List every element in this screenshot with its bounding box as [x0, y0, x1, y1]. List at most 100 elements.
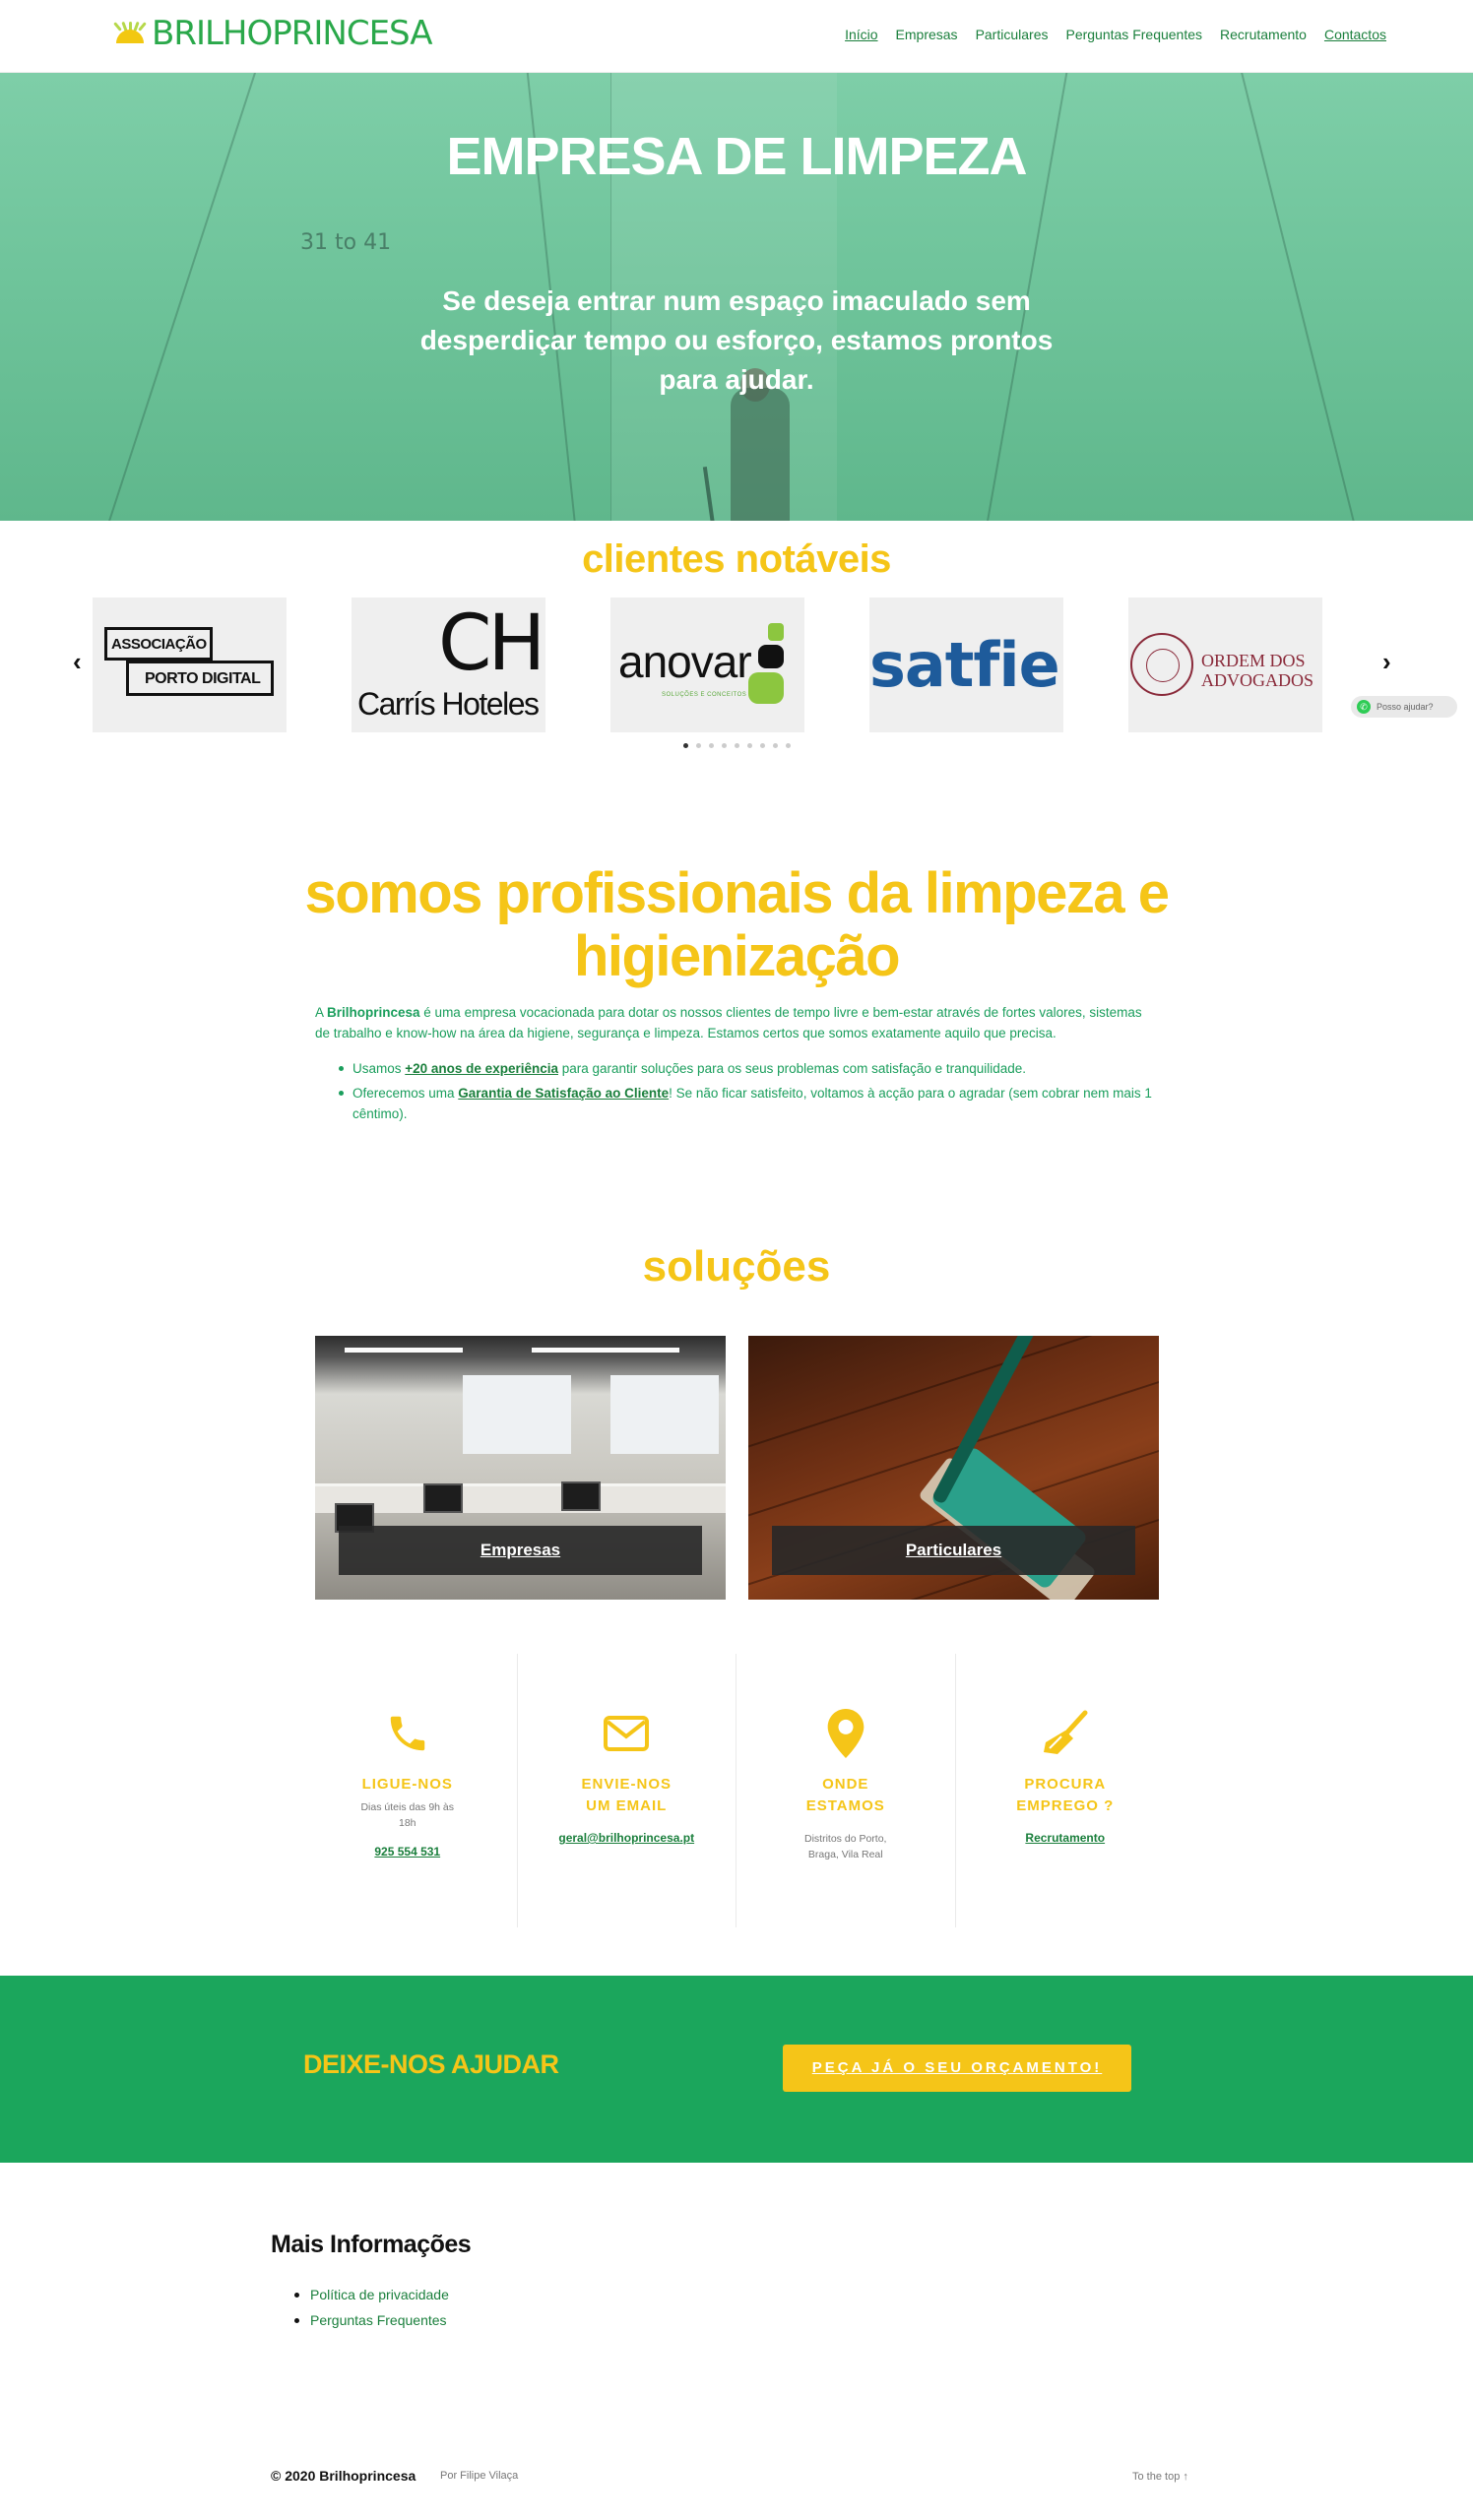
envelope-icon	[518, 1709, 736, 1758]
guarantee-link[interactable]: Garantia de Satisfação ao Cliente	[458, 1086, 669, 1101]
list-item: Perguntas Frequentes	[294, 2307, 449, 2333]
whatsapp-icon: ✆	[1357, 700, 1371, 714]
anovar-sub: SOLUÇÕES E CONCEITOS	[662, 692, 747, 698]
copyright: © 2020 Brilhoprincesa	[271, 2468, 416, 2484]
carousel-dot[interactable]	[708, 743, 714, 748]
email-link[interactable]: geral@brilhoprincesa.pt	[518, 1831, 736, 1845]
bullet-text: Oferecemos uma	[352, 1086, 459, 1101]
contact-phone: LIGUE-NOS Dias úteis das 9h às 18h 925 5…	[298, 1654, 518, 1927]
nav-item-particulares[interactable]: Particulares	[976, 27, 1049, 42]
solution-card-empresas[interactable]: Empresas	[315, 1336, 726, 1600]
hero-subtitle: Se deseja entrar num espaço imaculado se…	[419, 285, 1054, 395]
solutions-title: soluções	[642, 1242, 831, 1291]
carousel-prev-icon[interactable]: ‹	[73, 647, 82, 677]
contact-location: ONDE ESTAMOS Distritos do Porto, Braga, …	[736, 1654, 956, 1927]
sun-logo-icon	[110, 20, 150, 47]
contact-desc: Dias úteis das 9h às 18h	[360, 1801, 455, 1829]
ordem-line1: ORDEM DOS	[1201, 651, 1306, 670]
carousel-dot[interactable]	[695, 743, 701, 748]
about-intro-rest: é uma empresa vocacionada para dotar os …	[315, 1005, 1142, 1040]
carousel-dot[interactable]	[721, 743, 727, 748]
nav-item-empresas[interactable]: Empresas	[896, 27, 958, 42]
bullet-text: Usamos	[352, 1061, 406, 1076]
floor-plank	[748, 1336, 1159, 1457]
carousel-dot[interactable]	[746, 743, 752, 748]
nav-item-inicio[interactable]: Início	[845, 27, 877, 42]
contact-title: ENVIE-NOS UM EMAIL	[581, 1776, 672, 1814]
faq-link[interactable]: Perguntas Frequentes	[310, 2312, 447, 2328]
phone-icon	[298, 1709, 517, 1758]
carousel-dot[interactable]	[759, 743, 765, 748]
client-logo-anovar: anovar SOLUÇÕES E CONCEITOS	[610, 598, 804, 732]
client-logo-carris: CH Carrís Hoteles	[352, 598, 545, 732]
client-logo-ordem-advogados: ORDEM DOS ADVOGADOS	[1128, 598, 1322, 732]
byline[interactable]: Por Filipe Vilaça	[440, 2470, 518, 2482]
carousel-dot[interactable]	[772, 743, 778, 748]
site-logo[interactable]: BRILHOPRINCESA	[110, 14, 433, 53]
nav-item-contactos[interactable]: Contactos	[1324, 27, 1386, 42]
main-nav: Início Empresas Particulares Perguntas F…	[845, 27, 1386, 42]
anovar-shape	[768, 623, 784, 641]
office-monitor	[423, 1483, 463, 1513]
solution-label-particulares[interactable]: Particulares	[772, 1526, 1135, 1575]
privacy-policy-link[interactable]: Política de privacidade	[310, 2287, 449, 2302]
map-pin-icon	[736, 1709, 955, 1758]
contact-title: LIGUE-NOS	[361, 1776, 453, 1793]
list-item: Política de privacidade	[294, 2282, 449, 2307]
bullet-text: para garantir soluções para os seus prob…	[557, 1061, 1026, 1076]
carousel-dot[interactable]	[682, 743, 688, 748]
list-item: Oferecemos uma Garantia de Satisfação ao…	[337, 1083, 1158, 1124]
about-intro: A Brilhoprincesa é uma empresa vocaciona…	[315, 1002, 1158, 1043]
satfiel-word: satfiel	[869, 629, 1063, 701]
whatsapp-chat-button[interactable]: ✆ Posso ajudar?	[1351, 696, 1457, 718]
nav-item-recrutamento[interactable]: Recrutamento	[1220, 27, 1307, 42]
contact-jobs: PROCURA EMPREGO ? Recrutamento	[956, 1654, 1176, 1927]
whatsapp-label: Posso ajudar?	[1377, 702, 1434, 712]
logo-text: BRILHOPRINCESA	[152, 14, 433, 53]
client-logo-satfiel: satfiel	[869, 598, 1063, 732]
to-top-link[interactable]: To the top ↑	[1132, 2471, 1188, 2483]
ordem-line2: ADVOGADOS	[1201, 670, 1314, 690]
office-light	[532, 1348, 679, 1353]
list-item: Usamos +20 anos de experiência para gara…	[337, 1058, 1158, 1079]
hero-room-number: 31 to 41	[300, 230, 392, 255]
carris-mark: CH	[438, 599, 545, 688]
carousel-next-icon[interactable]: ›	[1382, 647, 1391, 677]
about-intro-brand: Brilhoprincesa	[327, 1005, 420, 1020]
experience-link[interactable]: +20 anos de experiência	[405, 1061, 558, 1076]
cta-band: DEIXE-NOS AJUDAR PEÇA JÁ O SEU ORÇAMENTO…	[0, 1976, 1473, 2163]
clients-carousel: ‹ ASSOCIAÇÃO PORTO DIGITAL CH Carrís Hot…	[0, 598, 1473, 735]
phone-link[interactable]: 925 554 531	[298, 1845, 517, 1858]
client-logo-porto-digital: ASSOCIAÇÃO PORTO DIGITAL	[93, 598, 287, 732]
solution-card-particulares[interactable]: Particulares	[748, 1336, 1159, 1600]
contact-title: ONDE ESTAMOS	[805, 1776, 885, 1814]
cleaner-figure-body	[731, 388, 790, 521]
about-title: somos profissionais da limpeza e higieni…	[304, 861, 1170, 988]
office-monitor	[561, 1481, 601, 1511]
about-intro-prefix: A	[315, 1005, 328, 1020]
anovar-shape	[748, 672, 784, 704]
more-info-title: Mais Informações	[271, 2231, 472, 2258]
carousel-dot[interactable]	[785, 743, 791, 748]
site-header: BRILHOPRINCESA Início Empresas Particula…	[0, 0, 1473, 73]
more-info-list: Política de privacidade Perguntas Freque…	[294, 2282, 449, 2333]
clients-title: clientes notáveis	[582, 537, 891, 581]
hero-banner: 31 to 41 EMPRESA DE LIMPEZA Se deseja en…	[0, 73, 1473, 521]
hero-title: EMPRESA DE LIMPEZA	[446, 127, 1027, 186]
recrutamento-link[interactable]: Recrutamento	[956, 1831, 1176, 1845]
seal-icon	[1130, 633, 1193, 696]
office-desk	[315, 1483, 726, 1513]
contact-strip: LIGUE-NOS Dias úteis das 9h às 18h 925 5…	[298, 1654, 1175, 1927]
contact-title: PROCURA EMPREGO ?	[1016, 1776, 1115, 1814]
office-light	[345, 1348, 463, 1353]
nav-item-faq[interactable]: Perguntas Frequentes	[1065, 27, 1202, 42]
contact-email: ENVIE-NOS UM EMAIL geral@brilhoprincesa.…	[518, 1654, 736, 1927]
assoc-line1: ASSOCIAÇÃO	[104, 627, 213, 661]
anovar-word: anovar	[618, 636, 752, 687]
anovar-shape	[758, 645, 784, 668]
carousel-dot[interactable]	[734, 743, 739, 748]
solution-label-empresas[interactable]: Empresas	[339, 1526, 702, 1575]
office-window	[610, 1375, 719, 1454]
about-bullets: Usamos +20 anos de experiência para gara…	[337, 1058, 1158, 1128]
quote-request-button[interactable]: PEÇA JÁ O SEU ORÇAMENTO!	[783, 2045, 1131, 2092]
